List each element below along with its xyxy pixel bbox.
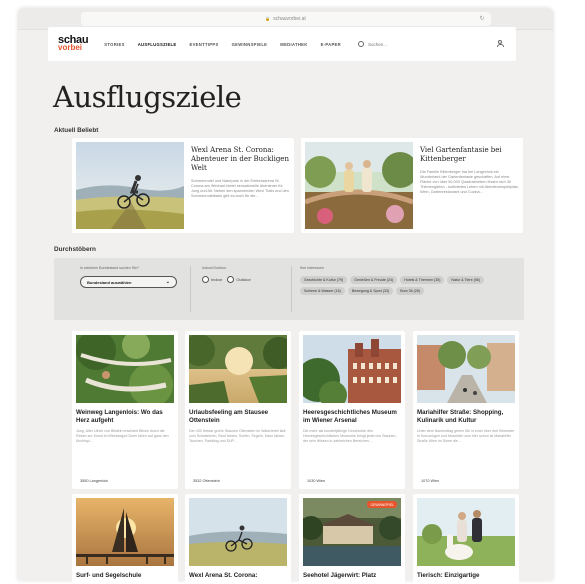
nav-eventtipps[interactable]: EVENTTIPPS [190, 42, 219, 47]
featured-image-garden [305, 142, 413, 229]
card-image-street [417, 335, 515, 403]
featured-card[interactable]: Viel Gartenfantasie bei Kittenberger Die… [301, 138, 523, 233]
io-label: Indoor/Outdoor [202, 266, 227, 270]
address-text: schauvorbei.at [273, 15, 306, 22]
card-desc: Jung, Alter Ulrich von Bilstein erschein… [76, 429, 169, 443]
outdoor-radio[interactable] [227, 276, 235, 283]
featured-card[interactable]: Wexl Arena St. Corona: Abenteuer in der … [72, 138, 294, 233]
site-logo[interactable]: schau vorbei [58, 35, 89, 52]
browse-heading: Durchstöbern [54, 246, 96, 253]
destination-card[interactable]: Tierisch: Einzigartige [413, 494, 519, 584]
card-title[interactable]: Surf- und Segelschule [76, 572, 174, 580]
card-image-museum [303, 335, 401, 403]
divider [291, 266, 292, 312]
card-desc: Die mehr als hundertjährige Geschichte d… [303, 429, 397, 443]
interest-chip[interactable]: Hotels & Thermen (35) [400, 276, 445, 284]
reload-icon[interactable]: ↻ [479, 15, 484, 22]
destination-card[interactable]: Weinweg Langenlois: Wo das Herz aufgeht … [72, 331, 178, 489]
card-image-biker [189, 498, 287, 566]
filter-panel: In welchem Bundesland suchen Sie? Bundes… [54, 258, 524, 320]
card-image-hammock [76, 335, 174, 403]
card-desc: Der 430 Hektar große Stausee Ottenstein … [189, 429, 286, 443]
destination-card[interactable]: Wexl Arena St. Corona: [185, 494, 291, 584]
interest-chip[interactable]: Bum 36 (28) [396, 287, 424, 295]
card-title[interactable]: Urlaubsfeeling am Stausee Ottenstein [189, 409, 287, 425]
card-location: 3532 Ottenstein [193, 479, 220, 483]
destination-card[interactable]: GEWINNSPIEL Seehotel Jägerwirt: Platz [299, 494, 405, 584]
card-location: 1070 Wien [421, 479, 440, 483]
featured-image-biker [76, 142, 184, 229]
card-title[interactable]: Tierisch: Einzigartige [417, 572, 515, 580]
featured-title[interactable]: Wexl Arena St. Corona: Abenteuer in der … [191, 146, 290, 173]
card-title[interactable]: Mariahilfer Straße: Shopping, Kulinarik … [417, 409, 515, 425]
card-image-alpaca [417, 498, 515, 566]
destination-card[interactable]: Surf- und Segelschule [72, 494, 178, 584]
nav-ausflugsziele[interactable]: AUSFLUGSZIELE [138, 42, 177, 47]
page-title: Ausflugsziele [53, 80, 242, 114]
interest-chip[interactable]: Geschichte & Kultur (79) [300, 276, 348, 284]
card-title[interactable]: Seehotel Jägerwirt: Platz [303, 572, 401, 580]
outdoor-label: Outdoor [236, 277, 251, 282]
nav-gewinnspiele[interactable]: GEWINNSPIELE [232, 42, 268, 47]
destination-card[interactable]: Heeresgeschichtliches Museum im Wiener A… [299, 331, 405, 489]
featured-desc: Sommerrodel und Naturpark in der Erlebni… [191, 179, 289, 198]
state-label: In welchem Bundesland suchen Sie? [80, 266, 139, 270]
nav-epaper[interactable]: E-PAPER [321, 42, 341, 47]
interests-label: Ihre Interessen [300, 266, 324, 270]
search-field[interactable]: Suchen... [357, 41, 387, 47]
interest-chip[interactable]: Bewegung & Sport (33) [347, 287, 394, 295]
card-image-sailboat [76, 498, 174, 566]
card-title[interactable]: Weinweg Langenlois: Wo das Herz aufgeht [76, 409, 174, 425]
card-title[interactable]: Heeresgeschichtliches Museum im Wiener A… [303, 409, 401, 425]
gewinnspiel-badge: GEWINNSPIEL [367, 501, 397, 508]
search-icon [357, 41, 364, 47]
card-image-hotel: GEWINNSPIEL [303, 498, 401, 566]
card-location: 1030 Wien [307, 479, 326, 483]
featured-desc: Die Familie Kittenberger hat bei Langenl… [420, 170, 519, 194]
chevron-down-icon: ⌄ [165, 279, 170, 285]
indoor-radio[interactable] [202, 276, 209, 283]
site-header: schau vorbei STORIES AUSFLUGSZIELE EVENT… [48, 27, 516, 61]
search-placeholder: Suchen... [367, 41, 387, 47]
indoor-label: Indoor [211, 277, 223, 282]
card-title[interactable]: Wexl Arena St. Corona: [189, 572, 287, 580]
featured-title[interactable]: Viel Gartenfantasie bei Kittenberger [420, 146, 519, 164]
interest-chip[interactable]: Schiene & Wasser (16) [300, 287, 345, 295]
interest-chip[interactable]: Natur & Tiere (56) [447, 276, 484, 284]
popular-heading: Aktuell Beliebt [54, 127, 99, 134]
state-select[interactable]: Bundesland auswählen ⌄ [80, 276, 177, 288]
card-desc: Unter dem Nachmittag gehen Sie in einer … [417, 429, 515, 443]
destination-card[interactable]: Mariahilfer Straße: Shopping, Kulinarik … [413, 331, 519, 489]
state-select-value: Bundesland auswählen [87, 279, 132, 285]
card-location: 3550 Langenlois [80, 479, 108, 483]
destination-card[interactable]: Urlaubsfeeling am Stausee Ottenstein Der… [185, 331, 291, 489]
nav-mediathek[interactable]: MEDIATHEK [280, 42, 307, 47]
card-image-lake [189, 335, 287, 403]
interest-chip[interactable]: Genießen & Freude (24) [350, 276, 398, 284]
address-bar[interactable]: 🔒 schauvorbei.at ↻ [80, 11, 491, 26]
nav-stories[interactable]: STORIES [104, 42, 124, 47]
lock-icon: 🔒 [265, 16, 271, 21]
user-icon[interactable] [496, 40, 504, 48]
divider [190, 266, 191, 312]
